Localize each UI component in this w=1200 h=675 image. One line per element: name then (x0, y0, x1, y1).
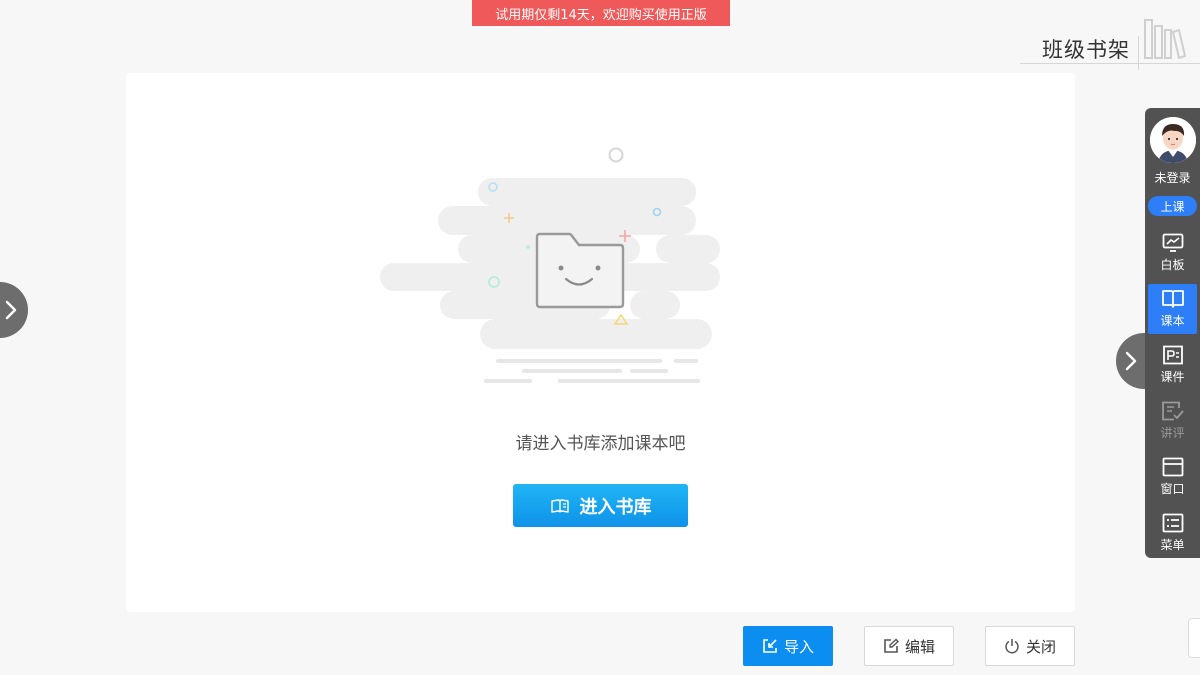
empty-state-message: 请进入书库添加课本吧 (515, 434, 686, 454)
prev-page-button[interactable] (0, 282, 28, 338)
edit-icon (884, 638, 899, 653)
tool-review[interactable]: 讲评 (1148, 396, 1197, 446)
close-label: 关闭 (1025, 637, 1056, 656)
tool-window[interactable]: 窗口 (1148, 452, 1197, 502)
tool-whiteboard[interactable]: 白板 (1148, 228, 1197, 278)
floating-widget[interactable] (1188, 618, 1200, 658)
tool-courseware-label: 课件 (1160, 370, 1185, 384)
import-label: 导入 (783, 637, 814, 656)
close-button[interactable]: 关闭 (985, 626, 1075, 666)
power-icon (1005, 639, 1019, 654)
import-button[interactable]: 导入 (743, 626, 833, 666)
user-avatar[interactable] (1150, 117, 1196, 163)
app-root: 试用期仅剩14天，欢迎购买使用正版 班级书架 请进入书库添加课本吧 进入书库 未… (0, 0, 1200, 675)
tool-textbook-label: 课本 (1160, 314, 1185, 328)
enter-library-button[interactable]: 进入书库 (513, 484, 688, 527)
empty-folder-illustration (380, 143, 722, 419)
tool-textbook[interactable]: 课本 (1148, 284, 1197, 334)
tool-menu-label: 菜单 (1160, 538, 1185, 552)
bookshelf-panel: 请进入书库添加课本吧 进入书库 (126, 73, 1075, 612)
enter-library-label: 进入书库 (579, 496, 652, 518)
chevron-right-icon (5, 300, 17, 320)
right-toolbar: 未登录 上课 白板 课本 课件 讲评 窗口 菜单 (1145, 108, 1200, 558)
tool-menu[interactable]: 菜单 (1148, 508, 1197, 558)
courseware-icon (1162, 345, 1183, 365)
avatar-icon (1150, 117, 1196, 163)
review-icon (1161, 401, 1184, 421)
page-title: 班级书架 (1042, 38, 1130, 62)
whiteboard-icon (1162, 233, 1183, 252)
open-book-icon (550, 498, 569, 513)
tool-whiteboard-label: 白板 (1160, 258, 1185, 272)
menu-icon (1162, 513, 1183, 533)
edit-button[interactable]: 编辑 (864, 626, 954, 666)
edit-label: 编辑 (904, 637, 935, 656)
book-icon (1161, 290, 1184, 308)
start-class-button[interactable]: 上课 (1148, 196, 1197, 216)
window-icon (1162, 457, 1183, 477)
import-icon (763, 639, 777, 653)
tool-window-label: 窗口 (1160, 482, 1185, 496)
title-divider (1138, 36, 1139, 70)
tool-courseware[interactable]: 课件 (1148, 340, 1197, 390)
chevron-right-icon (1125, 351, 1137, 371)
bookshelf-icon (1142, 16, 1188, 64)
login-status[interactable]: 未登录 (1145, 169, 1200, 186)
trial-banner: 试用期仅剩14天，欢迎购买使用正版 (472, 0, 730, 26)
tool-review-label: 讲评 (1160, 426, 1185, 440)
